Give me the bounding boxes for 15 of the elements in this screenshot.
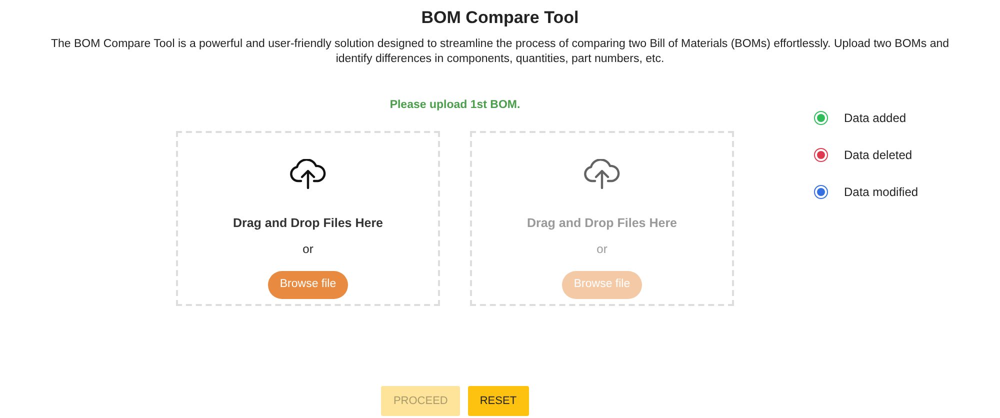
status-message: Please upload 1st BOM.	[390, 98, 520, 114]
description-text: The BOM Compare Tool is a powerful and user-friendly solution designed to streamline the process of comparing two Bill of Materials (BOMs) effortlessly. Upload two BOMs and identify differences in components, quantities, part numbers, etc.	[50, 37, 950, 68]
cloud-upload-icon	[583, 158, 621, 189]
or-text: or	[302, 241, 314, 258]
legend-label: Data modified	[844, 184, 918, 202]
action-button[interactable]: RESET	[468, 386, 529, 416]
browse-file-button[interactable]: Browse file	[268, 271, 348, 299]
legend-label: Data added	[844, 110, 906, 128]
legend-label: Data deleted	[844, 147, 912, 164]
or-text: or	[596, 241, 608, 258]
page-title: BOM Compare Tool	[420, 8, 580, 28]
drop-instruction: Drag and Drop Files Here	[526, 214, 678, 232]
drop-instruction: Drag and Drop Files Here	[232, 214, 384, 232]
upload-dropzone[interactable]: Drag and Drop Files Here or Browse file	[176, 130, 440, 306]
cloud-upload-icon	[289, 158, 327, 189]
